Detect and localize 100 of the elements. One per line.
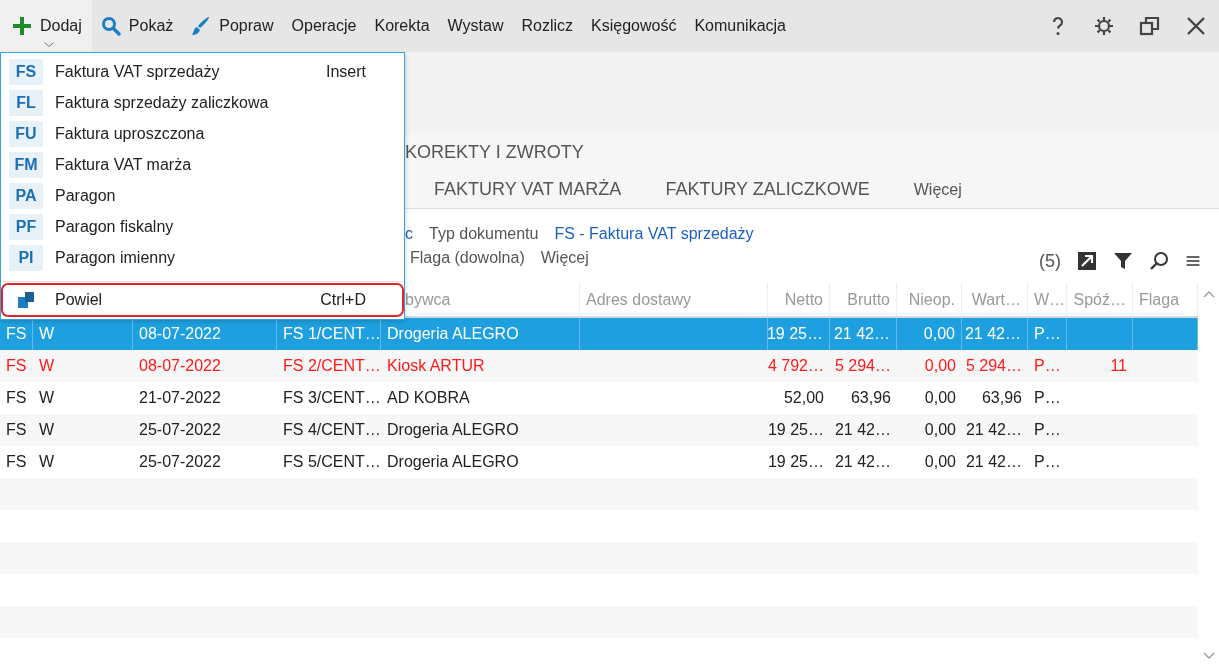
table-cell: 5 294… [965, 357, 1022, 375]
menu-item[interactable]: FU Faktura uproszczona [3, 118, 402, 149]
copy-icon [17, 291, 35, 309]
table-cell: 21 42… [834, 421, 891, 439]
shortcut-text: Insert [326, 62, 366, 81]
table-cell: W [39, 421, 55, 439]
table-cell: 19 25… [768, 325, 823, 343]
table-cell: Drogeria ALEGRO [387, 453, 519, 471]
brush-icon [191, 16, 212, 36]
table-cell: Drogeria ALEGRO [387, 421, 519, 439]
toolbar-button[interactable]: Księgowość [582, 0, 686, 52]
table-cell: 4 792… [768, 357, 824, 375]
table-cell: 21 42… [834, 453, 891, 471]
scroll-down-icon[interactable] [1202, 652, 1215, 660]
document-type-badge: FU [9, 120, 43, 147]
table-cell: 5 294… [834, 357, 891, 375]
table-cell: Kiosk ARTUR [387, 357, 485, 375]
document-type-badge: FM [9, 151, 43, 178]
filter-label: Typ dokumentu [429, 225, 539, 243]
scroll-up-icon[interactable] [1202, 290, 1215, 298]
settings-icon[interactable] [1092, 14, 1116, 38]
chevron-icon [44, 42, 54, 47]
document-type-badge: PF [9, 213, 43, 240]
table-row[interactable]: FS W 25-07-2022 FS 4/CENT… Drogeria ALEGRO 19 25… 21 42… 0,00 21 42… P… [0, 414, 1198, 446]
toolbar-button[interactable]: Rozlicz [512, 0, 582, 52]
table-cell: 0,00 [924, 357, 956, 375]
menu-item[interactable]: FS Faktura VAT sprzedaży Insert [3, 56, 402, 87]
menu-item[interactable]: FL Faktura sprzedaży zaliczkowa [3, 87, 402, 118]
table-cell: P… [1034, 389, 1061, 407]
table-cell: 63,96 [850, 389, 891, 407]
tab[interactable]: FAKTURY ZALICZKOWE [665, 179, 870, 200]
table-cell: FS 5/CENT… [283, 453, 381, 471]
menu-item[interactable]: FM Faktura VAT marża [3, 149, 402, 180]
shortcut-text: Ctrl+D [320, 291, 366, 309]
table-cell: FS [6, 389, 27, 407]
table-cell: W [39, 453, 55, 471]
document-type-badge: PA [9, 182, 43, 209]
table-cell: FS [6, 325, 27, 343]
table-cell: FS 2/CENT… [283, 357, 381, 375]
table-cell: W [39, 357, 55, 375]
table-cell: W [39, 389, 55, 407]
export-icon[interactable] [1077, 250, 1097, 271]
restore-icon[interactable] [1138, 14, 1162, 38]
toolbar-button[interactable]: Pokaż [91, 0, 183, 52]
record-count: (5) [1039, 251, 1061, 272]
table-cell: P… [1034, 325, 1061, 343]
table-cell: Drogeria ALEGRO [387, 325, 519, 343]
filter-link[interactable]: Więcej [540, 248, 589, 267]
table-cell: 11 [1110, 357, 1127, 375]
table-cell: P… [1034, 357, 1061, 375]
toolbar-button[interactable]: Operacje [282, 0, 366, 52]
toolbar-button[interactable]: Dodaj [0, 0, 92, 52]
filter-text[interactable]: c [405, 225, 413, 243]
toolbar-button[interactable]: Korekta [365, 0, 439, 52]
table-cell: AD KOBRA [387, 389, 470, 407]
document-type-badge: FS [9, 58, 43, 85]
document-type-badge: PI [9, 244, 43, 271]
table-row[interactable]: FS W 08-07-2022 FS 2/CENT… Kiosk ARTUR 4 792… 5 294… 0,00 5 294… P… 11 [0, 350, 1198, 382]
toolbar-button[interactable]: Komunikacja [685, 0, 795, 52]
table-cell: 19 25… [768, 421, 824, 439]
table-cell: 0,00 [924, 453, 956, 471]
table-cell: P… [1034, 453, 1061, 471]
plus-icon [12, 16, 32, 36]
document-type-badge: FL [9, 89, 43, 116]
search-icon [100, 16, 121, 36]
table-cell: FS 4/CENT… [283, 421, 381, 439]
search-icon[interactable] [1149, 250, 1169, 271]
table-cell: 21-07-2022 [139, 389, 221, 407]
table-cell: 08-07-2022 [139, 357, 221, 375]
toolbar-button[interactable]: Wystaw [438, 0, 513, 52]
menu-item[interactable]: Powiel Ctrl+D [3, 285, 402, 315]
tab[interactable]: KOREKTY I ZWROTY [405, 141, 584, 163]
table-cell: P… [1034, 421, 1061, 439]
table-cell: 25-07-2022 [139, 453, 221, 471]
table-cell: FS 3/CENT… [283, 389, 381, 407]
tab[interactable]: FAKTURY VAT MARŻA [434, 179, 622, 200]
table-cell: 21 42… [964, 325, 1021, 343]
table-cell: 25-07-2022 [139, 421, 221, 439]
table-cell: W [39, 325, 55, 343]
table-cell: 0,00 [924, 421, 956, 439]
table-cell: 21 42… [965, 453, 1022, 471]
filter-link[interactable]: Flaga (dowolna) [410, 248, 525, 267]
filter-icon[interactable] [1113, 250, 1133, 271]
menu-item[interactable]: PA Paragon [3, 180, 402, 211]
table-cell: 0,00 [924, 389, 956, 407]
table-cell: 19 25… [768, 453, 824, 471]
table-cell: 63,96 [981, 389, 1022, 407]
table-cell: 52,00 [783, 389, 824, 407]
filter-value[interactable]: FS - Faktura VAT sprzedaży [554, 225, 754, 243]
table-cell: 08-07-2022 [139, 325, 221, 343]
more-link[interactable]: Więcej [913, 180, 962, 199]
table-cell: FS [6, 421, 27, 439]
table-cell: FS 1/CENT… [283, 325, 380, 343]
table-cell: 21 42… [965, 421, 1022, 439]
menu-item[interactable]: PI Paragon imienny [3, 242, 402, 273]
table-cell: FS [6, 453, 27, 471]
table-cell: 21 42… [833, 325, 890, 343]
table-cell: 0,00 [923, 325, 955, 343]
toolbar-button[interactable]: Popraw [182, 0, 283, 52]
menu-item[interactable]: PF Paragon fiskalny [3, 211, 402, 242]
